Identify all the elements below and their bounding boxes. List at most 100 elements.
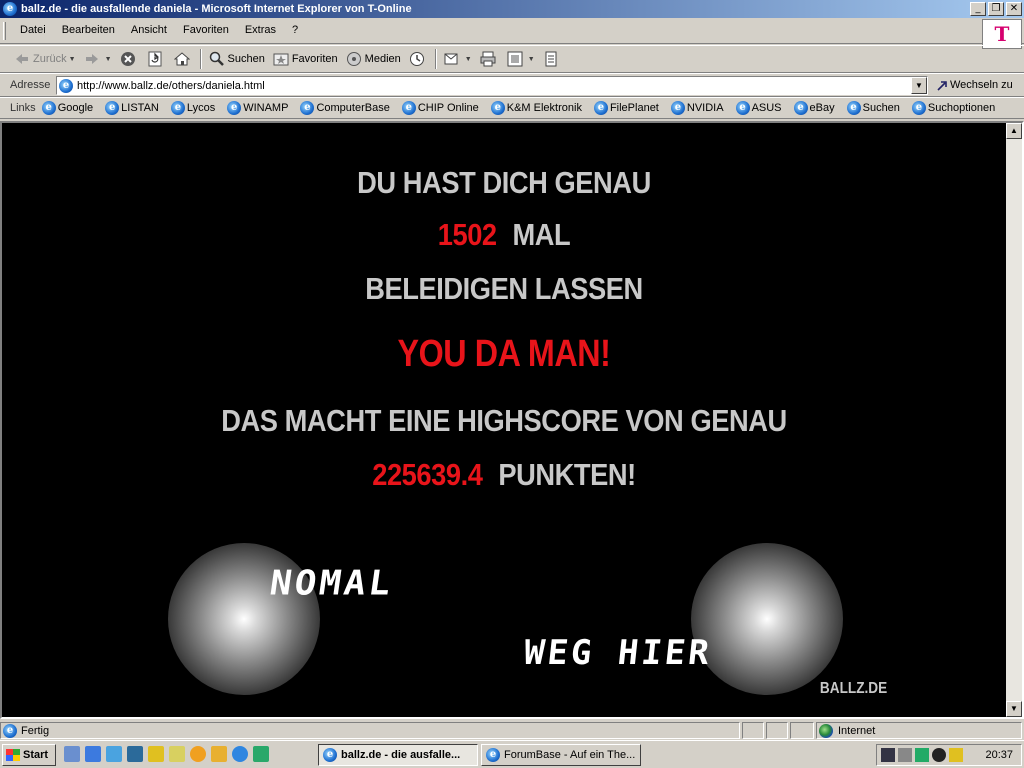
ie-link-icon: e (911, 101, 926, 115)
antivirus-tray-icon[interactable] (949, 748, 963, 762)
monitor-tray-icon[interactable] (915, 748, 929, 762)
link-km-elektronik[interactable]: e K&M Elektronik (490, 101, 582, 115)
link-computerbase[interactable]: e ComputerBase (300, 101, 390, 115)
chevron-down-icon[interactable]: ▼ (105, 56, 112, 63)
link-asus[interactable]: e ASUS (735, 101, 782, 115)
link-nvidia[interactable]: e NVIDIA (670, 101, 724, 115)
scroll-down-button[interactable]: ▼ (1006, 701, 1022, 717)
link-ebay[interactable]: e eBay (793, 101, 835, 115)
search-app-icon[interactable] (169, 746, 185, 762)
ie-link-icon: e (170, 101, 185, 115)
close-button[interactable]: ✕ (1006, 2, 1022, 16)
ie-link-icon: e (105, 101, 120, 115)
ie-link-icon: e (846, 101, 861, 115)
address-dropdown-button[interactable]: ▼ (911, 77, 927, 94)
favorites-button[interactable]: Favoriten (269, 48, 342, 70)
nomal-link[interactable]: NOMAL (267, 564, 396, 603)
chevron-down-icon[interactable]: ▼ (69, 56, 76, 63)
you-da-man-text: YOU DA MAN! (397, 333, 611, 375)
address-input[interactable] (77, 79, 897, 92)
messenger-tray-icon[interactable] (881, 748, 895, 762)
edit-button[interactable]: ▼ (503, 48, 539, 70)
history-button[interactable] (405, 48, 432, 70)
menu-bearbeiten[interactable]: Bearbeiten (54, 24, 123, 36)
link-label: Lycos (186, 102, 216, 114)
forward-button[interactable]: ▼ (80, 48, 116, 70)
scroll-up-button[interactable]: ▲ (1006, 123, 1022, 139)
clock: 20:37 (985, 749, 1013, 761)
task-button-forumbase[interactable]: e ForumBase - Auf ein The... (481, 744, 641, 766)
links-label: Links (10, 102, 36, 114)
task-button-ballz[interactable]: e ballz.de - die ausfalle... (318, 744, 478, 766)
media-button[interactable]: Medien (342, 48, 405, 70)
link-winamp[interactable]: e WINAMP (227, 101, 288, 115)
chevron-down-icon[interactable]: ▼ (528, 56, 535, 63)
glowing-orb-right[interactable] (691, 543, 843, 695)
title-bar[interactable]: e ballz.de - die ausfallende daniela - M… (0, 0, 1024, 18)
winamp-icon[interactable] (190, 746, 206, 762)
vertical-scrollbar[interactable]: ▲ ▼ (1006, 123, 1022, 717)
link-listan[interactable]: e LISTAN (105, 101, 159, 115)
address-box[interactable]: e ▼ (56, 76, 928, 95)
favorites-star-icon (273, 53, 289, 66)
weg-hier-link[interactable]: WEG HIER (522, 633, 714, 673)
ie-quicklaunch-icon[interactable] (232, 746, 248, 762)
discuss-button[interactable] (539, 48, 566, 70)
minimize-button[interactable]: _ (970, 2, 986, 16)
link-label: ASUS (751, 102, 782, 114)
toolbar-separator (199, 49, 202, 69)
volume-tray-icon[interactable] (898, 748, 912, 762)
media-label: Medien (364, 53, 401, 65)
link-label: WINAMP (243, 102, 289, 114)
menu-extras[interactable]: Extras (237, 24, 284, 36)
network-icon[interactable] (106, 746, 122, 762)
chevron-down-icon[interactable]: ▼ (465, 56, 472, 63)
task-label: ballz.de - die ausfalle... (341, 749, 461, 761)
terminal-icon[interactable] (127, 746, 143, 762)
ie-link-icon: e (490, 101, 505, 115)
ie-task-icon: e (323, 748, 337, 762)
stop-button[interactable] (116, 48, 143, 70)
history-icon (409, 52, 424, 66)
media-player-icon[interactable] (148, 746, 164, 762)
ie-icon: e (3, 2, 17, 16)
close-tray-icon[interactable] (932, 748, 946, 762)
ie-link-icon: e (593, 101, 608, 115)
maximize-button[interactable]: ❐ (988, 2, 1004, 16)
link-label: Google (57, 102, 94, 114)
mail-button[interactable]: ▼ (440, 48, 476, 70)
content-frame: DU HAST DICH GENAU 1502 MAL BELEIDIGEN LA… (0, 121, 1024, 719)
back-arrow-icon (16, 54, 28, 64)
link-suchen[interactable]: e Suchen (846, 101, 900, 115)
menu-ansicht[interactable]: Ansicht (123, 24, 175, 36)
menu-favoriten[interactable]: Favoriten (175, 24, 237, 36)
quick-launch (64, 746, 269, 762)
editor-icon[interactable] (211, 746, 227, 762)
go-button[interactable]: Wechseln zu (936, 78, 1013, 92)
browser-window: e ballz.de - die ausfallende daniela - M… (0, 0, 1024, 740)
link-google[interactable]: e Google (41, 101, 94, 115)
search-button[interactable]: Suchen (205, 48, 269, 70)
toolbar-grip[interactable] (3, 22, 6, 40)
app-icon[interactable] (253, 746, 269, 762)
print-button[interactable] (476, 48, 503, 70)
desktop-icon[interactable] (64, 746, 80, 762)
edit-icon (507, 51, 523, 67)
count-line: 1502 MAL (62, 217, 946, 253)
link-label: ComputerBase (316, 102, 390, 114)
page-icon: e (59, 78, 73, 93)
ie-link-icon: e (401, 101, 416, 115)
link-lycos[interactable]: e Lycos (170, 101, 216, 115)
back-button[interactable]: Zurück ▼ (10, 48, 80, 70)
link-suchoptionen[interactable]: e Suchoptionen (911, 101, 995, 115)
status-panel (790, 722, 814, 739)
link-chip-online[interactable]: e CHIP Online (401, 101, 479, 115)
menu-help[interactable]: ? (284, 24, 306, 36)
outlook-icon[interactable] (85, 746, 101, 762)
link-fileplanet[interactable]: e FilePlanet (593, 101, 659, 115)
menu-datei[interactable]: Datei (12, 24, 54, 36)
start-button[interactable]: Start (2, 744, 56, 766)
score-line: 225639.4 PUNKTEN! (62, 457, 946, 493)
refresh-button[interactable] (143, 48, 170, 70)
home-button[interactable] (170, 48, 197, 70)
